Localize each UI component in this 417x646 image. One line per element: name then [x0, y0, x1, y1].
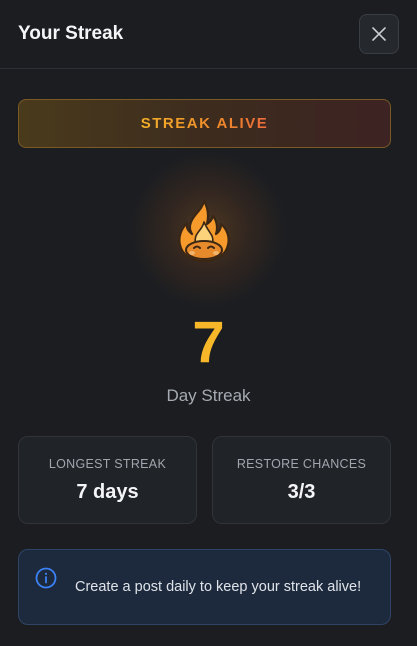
restore-chances-label: RESTORE CHANCES [236, 457, 367, 471]
restore-chances-value: 3/3 [287, 481, 316, 503]
streak-status-text: STREAK ALIVE [140, 115, 269, 132]
info-callout: Create a post daily to keep your streak … [18, 549, 391, 625]
streak-status-banner: STREAK ALIVE [18, 99, 391, 148]
info-text: Create a post daily to keep your streak … [75, 579, 362, 595]
streak-label: Day Streak [166, 386, 251, 405]
longest-streak-value: 7 days [76, 481, 139, 503]
close-button[interactable] [359, 14, 399, 54]
longest-streak-card: LONGEST STREAK 7 days [18, 436, 197, 524]
info-icon [35, 567, 57, 589]
panel-header: Your Streak [0, 0, 417, 69]
streak-panel: Your Streak STREAK ALIVE 7 Day Streak LO… [0, 0, 417, 646]
panel-title: Your Streak [18, 23, 124, 44]
restore-chances-card: RESTORE CHANCES 3/3 [212, 436, 391, 524]
longest-streak-label: LONGEST STREAK [48, 457, 167, 471]
close-icon [372, 27, 386, 41]
streak-count: 7 [192, 310, 225, 375]
flame-icon [178, 199, 230, 263]
